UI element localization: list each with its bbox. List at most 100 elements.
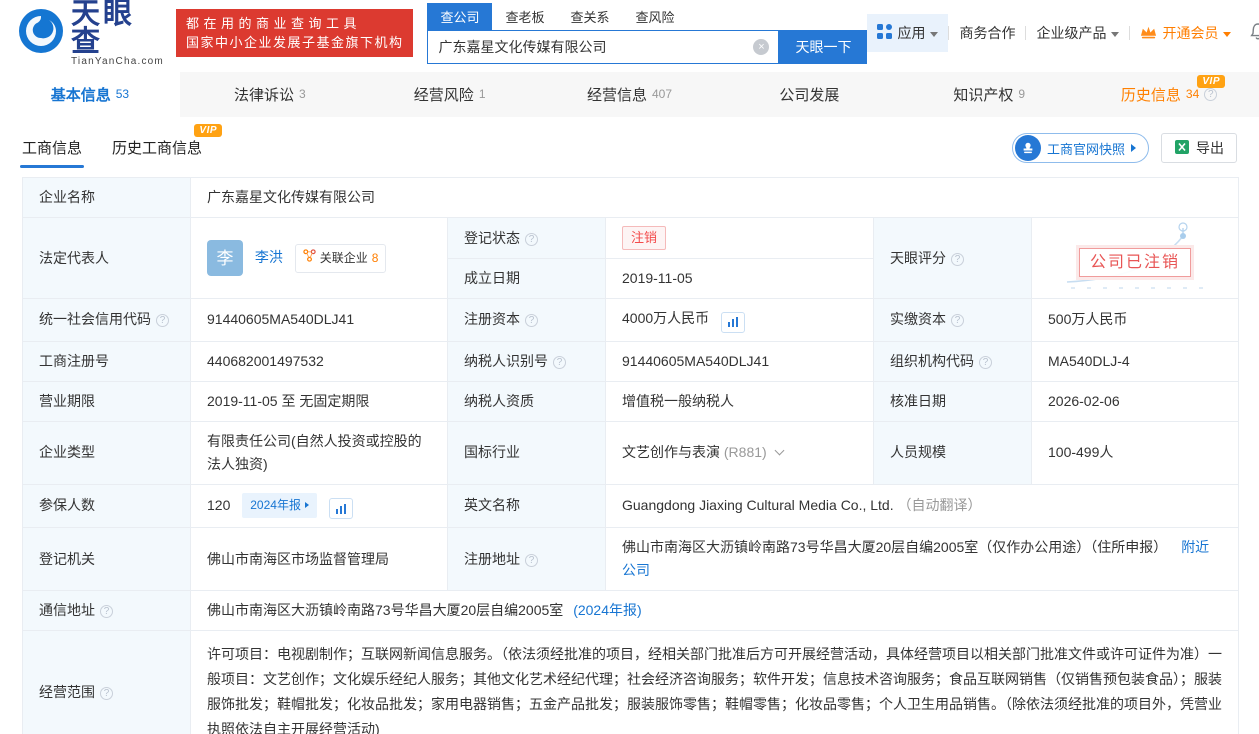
tab-legal-cases[interactable]: 法律诉讼 3 — [180, 72, 360, 117]
tab-label: 知识产权 — [953, 84, 1013, 105]
help-icon[interactable]: ? — [979, 356, 992, 369]
avatar[interactable]: 李 — [207, 240, 243, 276]
reg-number: 440682001497532 — [207, 353, 324, 369]
legal-rep-link[interactable]: 李洪 — [255, 249, 283, 265]
business-term: 2019-11-05 至 无固定期限 — [207, 393, 369, 409]
credit-code-label-cell: 统一社会信用代码? — [23, 299, 191, 342]
company-name: 广东嘉星文化传媒有限公司 — [207, 189, 375, 205]
help-icon[interactable]: ? — [951, 253, 964, 266]
related-companies-badge[interactable]: 关联企业 8 — [295, 244, 387, 273]
field-label: 注册地址 — [464, 551, 520, 567]
insured-count: 120 — [207, 497, 230, 513]
help-icon[interactable]: ? — [525, 554, 538, 567]
reg-number-cell: 440682001497532 — [191, 341, 448, 381]
search-tab-boss[interactable]: 查老板 — [492, 3, 557, 30]
search-tab-risk[interactable]: 查风险 — [623, 3, 688, 30]
logo-eye-icon — [18, 8, 64, 59]
taxpayer-id: 91440605MA540DLJ41 — [622, 353, 769, 369]
tab-label: 法律诉讼 — [234, 84, 294, 105]
export-label: 导出 — [1196, 138, 1224, 158]
field-label: 经营范围 — [39, 684, 95, 700]
stamp-icon — [1015, 135, 1041, 161]
reg-capital-label-cell: 注册资本? — [448, 299, 606, 342]
tab-count: 34 — [1186, 87, 1199, 101]
field-label: 登记状态 — [464, 230, 520, 246]
help-icon[interactable]: ? — [1204, 88, 1217, 101]
apps-menu[interactable]: 应用 — [867, 14, 948, 52]
enterprise-label: 企业级产品 — [1036, 23, 1106, 43]
company-cancelled-stamp: 公司已注销 — [1079, 248, 1191, 277]
official-snapshot-button[interactable]: 工商官网快照 — [1012, 133, 1149, 163]
english-name-cell: Guangdong Jiaxing Cultural Media Co., Lt… — [606, 484, 1239, 528]
report-label: 2024年报 — [250, 494, 301, 517]
tab-count: 53 — [116, 87, 129, 101]
industry: 文艺创作与表演 — [622, 444, 720, 460]
field-label: 实缴资本 — [890, 311, 946, 327]
tab-company-development[interactable]: 公司发展 — [719, 72, 899, 117]
export-button[interactable]: 导出 — [1161, 133, 1237, 163]
tab-label: 公司发展 — [779, 84, 839, 105]
field-label: 参保人数 — [39, 497, 95, 513]
field-label: 纳税人资质 — [464, 393, 534, 409]
reg-capital: 4000万人民币 — [622, 310, 709, 326]
legal-rep-cell: 李 李洪 关联企业 8 — [191, 218, 448, 299]
search-input[interactable] — [428, 39, 753, 55]
status-badge: 注销 — [622, 226, 666, 250]
slogan-line2: 国家中小企业发展子基金旗下机构 — [186, 33, 404, 52]
company-type: 有限责任公司(自然人投资或控股的法人独资) — [207, 433, 422, 472]
mail-address: 佛山市南海区大沥镇岭南路73号华昌大厦20层自编2005室 — [207, 602, 563, 618]
staff-size-cell: 100-499人 — [1032, 421, 1239, 484]
chevron-down-icon[interactable] — [774, 446, 784, 456]
tab-intellectual-property[interactable]: 知识产权 9 — [899, 72, 1079, 117]
field-label: 天眼评分 — [890, 250, 946, 266]
chevron-down-icon — [1111, 32, 1119, 37]
help-icon[interactable]: ? — [156, 314, 169, 327]
tab-operation-info[interactable]: 经营信息 407 — [540, 72, 720, 117]
business-term-cell: 2019-11-05 至 无固定期限 — [191, 381, 448, 421]
notification-bell-icon[interactable] — [1249, 22, 1259, 44]
business-scope: 许可项目：电视剧制作；互联网新闻信息服务。（依法须经批准的项目，经相关部门批准后… — [207, 646, 1222, 734]
tab-basic-info[interactable]: 基本信息 53 — [0, 72, 180, 117]
tab-count: 9 — [1018, 87, 1025, 101]
annual-report-link[interactable]: 2024年报 — [242, 493, 317, 518]
tab-operation-risk[interactable]: 经营风险 1 — [360, 72, 540, 117]
help-icon[interactable]: ? — [951, 314, 964, 327]
capital-chart-icon[interactable] — [721, 312, 745, 333]
scope-label-cell: 经营范围? — [23, 631, 191, 734]
search-button[interactable]: 天眼一下 — [779, 30, 867, 64]
mail-report-link[interactable]: (2024年报) — [573, 602, 641, 618]
insured-label-cell: 参保人数 — [23, 484, 191, 528]
business-info-table: 企业名称 广东嘉星文化传媒有限公司 法定代表人 李 李洪 — [22, 177, 1239, 734]
nav-enterprise-products[interactable]: 企业级产品 — [1036, 23, 1119, 43]
help-icon[interactable]: ? — [100, 605, 113, 618]
english-name-label-cell: 英文名称 — [448, 484, 606, 528]
subtab-history-business-info[interactable]: VIP 历史工商信息 — [112, 137, 202, 168]
table-row: 企业名称 广东嘉星文化传媒有限公司 — [23, 178, 1239, 218]
crown-icon — [1140, 25, 1157, 42]
help-icon[interactable]: ? — [525, 233, 538, 246]
related-count: 8 — [372, 247, 379, 270]
nav-open-vip[interactable]: 开通会员 — [1140, 23, 1231, 43]
nav-business-cooperation[interactable]: 商务合作 — [959, 23, 1015, 43]
subtab-business-info[interactable]: 工商信息 — [22, 137, 82, 168]
search-tab-relation[interactable]: 查关系 — [558, 3, 623, 30]
business-term-label-cell: 营业期限 — [23, 381, 191, 421]
help-icon[interactable]: ? — [100, 687, 113, 700]
tianyancha-logo[interactable]: 天眼查 TianYanCha.com — [18, 0, 164, 67]
field-label: 工商注册号 — [39, 353, 109, 369]
tab-history-info[interactable]: VIP 历史信息 34 ? — [1079, 72, 1259, 117]
help-icon[interactable]: ? — [525, 314, 538, 327]
reg-address: 佛山市南海区大沥镇岭南路73号华昌大厦20层自编2005室（仅作办公用途）（住所… — [622, 539, 1167, 555]
search-tab-company[interactable]: 查公司 — [427, 3, 492, 30]
help-icon[interactable]: ? — [553, 356, 566, 369]
tab-label: 基本信息 — [51, 84, 111, 105]
field-label: 统一社会信用代码 — [39, 311, 151, 327]
tab-label: 历史信息 — [1121, 84, 1181, 105]
reg-authority-cell: 佛山市南海区市场监督管理局 — [191, 528, 448, 591]
field-label: 成立日期 — [464, 270, 520, 286]
establish-date-label-cell: 成立日期 — [448, 259, 606, 299]
slogan-line1: 都在用的商业查询工具 — [186, 14, 404, 33]
insured-chart-icon[interactable] — [329, 498, 353, 519]
brand-slogan: 都在用的商业查询工具 国家中小企业发展子基金旗下机构 — [176, 9, 414, 57]
clear-search-icon[interactable]: × — [753, 39, 769, 55]
